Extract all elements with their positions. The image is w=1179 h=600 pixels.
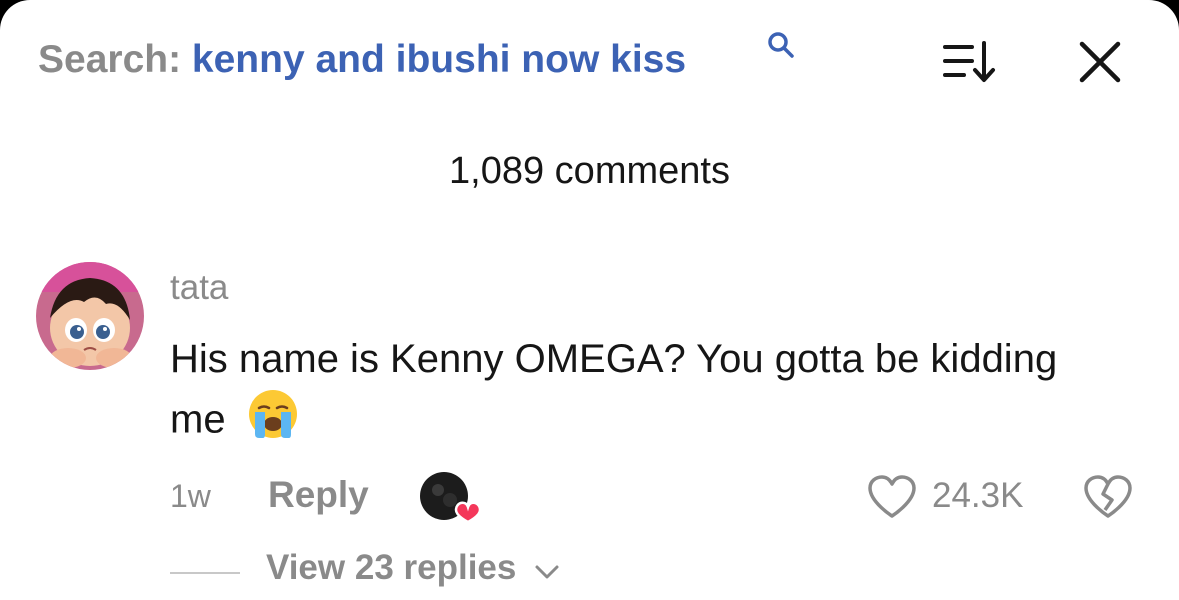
replies-divider — [170, 572, 240, 574]
like-count: 24.3K — [932, 476, 1024, 515]
heart-icon[interactable] — [866, 474, 918, 525]
view-replies-label: View 23 replies — [266, 548, 517, 587]
search-prefix: Search: — [38, 38, 182, 81]
search-header[interactable]: Search: kenny and ibushi now kiss — [38, 38, 686, 82]
comment-count: 1,089 comments — [449, 150, 730, 192]
comment-username[interactable]: tata — [170, 268, 228, 308]
chevron-down-icon — [534, 550, 560, 590]
search-icon[interactable] — [766, 30, 796, 65]
comment-body: His name is Kenny OMEGA? You gotta be ki… — [170, 330, 1100, 456]
close-icon[interactable] — [1078, 40, 1122, 89]
loudly-crying-face-icon — [247, 388, 299, 456]
comments-sheet: Search: kenny and ibushi now kiss 1,089 … — [0, 0, 1179, 600]
search-query[interactable]: kenny and ibushi now kiss — [192, 38, 686, 81]
view-replies-button[interactable]: View 23 replies — [266, 548, 560, 590]
reply-button[interactable]: Reply — [268, 474, 369, 516]
creator-liked-avatar — [420, 470, 482, 529]
avatar[interactable] — [36, 262, 144, 370]
broken-heart-icon[interactable] — [1082, 474, 1134, 525]
sort-icon[interactable] — [942, 40, 998, 89]
comment-timestamp: 1w — [170, 478, 211, 514]
comment-text: His name is Kenny OMEGA? You gotta be ki… — [170, 337, 1058, 442]
